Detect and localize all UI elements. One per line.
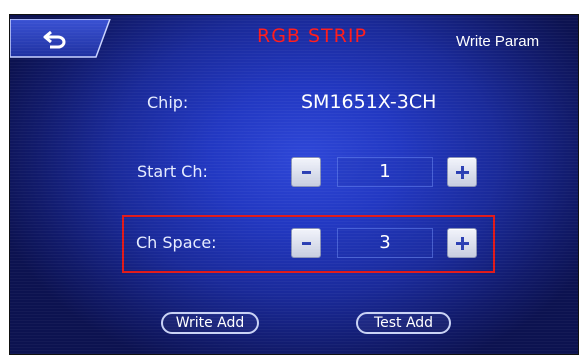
minus-icon xyxy=(302,171,311,174)
ch-space-label: Ch Space: xyxy=(136,233,217,252)
chip-value: SM1651X-3CH xyxy=(301,91,437,113)
minus-icon xyxy=(302,242,311,245)
start-ch-value: 1 xyxy=(379,161,391,182)
write-param-button[interactable]: Write Param xyxy=(456,33,539,50)
ch-space-minus-button[interactable] xyxy=(291,228,321,258)
start-ch-value-field[interactable]: 1 xyxy=(337,157,433,187)
plus-icon-vertical xyxy=(461,237,464,250)
ch-space-value: 3 xyxy=(379,232,391,253)
return-arrow-icon xyxy=(43,29,69,49)
chip-label: Chip: xyxy=(147,93,189,112)
ch-space-value-field[interactable]: 3 xyxy=(337,228,433,258)
plus-icon-vertical xyxy=(461,166,464,179)
page-title: RGB STRIP xyxy=(257,25,367,47)
back-button[interactable] xyxy=(10,19,114,59)
ch-space-plus-button[interactable] xyxy=(447,228,477,258)
test-add-button[interactable]: Test Add xyxy=(356,312,451,334)
top-bar: RGB STRIP Write Param xyxy=(10,15,578,62)
start-ch-plus-button[interactable] xyxy=(447,157,477,187)
screen: RGB STRIP Write Param Chip: SM1651X-3CH … xyxy=(9,14,579,355)
start-ch-minus-button[interactable] xyxy=(291,157,321,187)
device-frame: RGB STRIP Write Param Chip: SM1651X-3CH … xyxy=(0,0,585,361)
write-add-button[interactable]: Write Add xyxy=(161,312,259,334)
start-ch-label: Start Ch: xyxy=(137,162,208,181)
